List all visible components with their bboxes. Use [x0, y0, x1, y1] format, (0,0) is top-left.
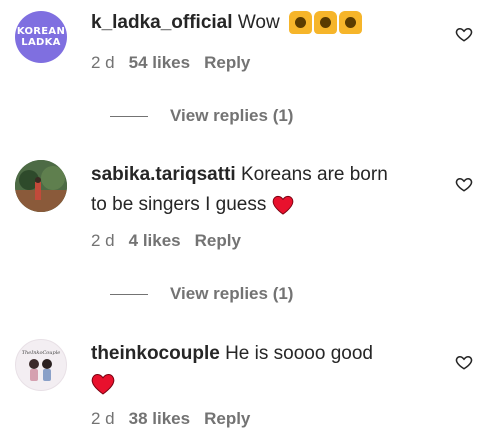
comment-item: TheInkoCouple theinkocouple He is soooo …	[0, 330, 478, 447]
avatar[interactable]	[15, 160, 67, 212]
comment-body	[91, 369, 115, 399]
avatar[interactable]: KOREAN LADKA	[15, 11, 67, 63]
likes-count[interactable]: 54 likes	[129, 53, 190, 73]
comment-text: Koreans are born	[240, 164, 388, 185]
divider	[110, 293, 148, 295]
raising-hands-icon	[288, 11, 362, 35]
comment-body: theinkocouple He is soooo good	[91, 339, 373, 369]
reply-button[interactable]: Reply	[204, 53, 250, 73]
comment-text: He is soooo good	[225, 343, 373, 364]
comment-time: 2 d	[91, 409, 115, 428]
comment-meta: 2 d 4 likes Reply	[91, 231, 241, 251]
likes-count[interactable]: 4 likes	[129, 231, 181, 251]
view-replies-label: View replies (1)	[170, 284, 294, 303]
avatar-logo-text: KOREAN	[16, 26, 66, 37]
comment-body: sabika.tariqsatti Koreans are born	[91, 160, 388, 190]
avatar-logo-text: LADKA	[21, 37, 61, 48]
comment-item: KOREAN LADKA k_ladka_official Wow 2 d 54…	[0, 0, 478, 100]
heart-outline-icon[interactable]	[455, 175, 473, 193]
comment-text: to be singers I guess	[91, 194, 267, 215]
comment-body: to be singers I guess	[91, 190, 294, 220]
comment-item: sabika.tariqsatti Koreans are born to be…	[0, 150, 478, 260]
comment-time: 2 d	[91, 53, 115, 72]
comment-username[interactable]: sabika.tariqsatti	[91, 164, 236, 185]
comment-meta: 2 d 54 likes Reply	[91, 53, 250, 73]
comment-text: Wow	[237, 12, 280, 33]
red-heart-icon	[272, 195, 293, 215]
comment-body: k_ladka_official Wow	[91, 8, 362, 38]
view-replies-button[interactable]: View replies (1)	[110, 284, 293, 304]
avatar-image	[15, 160, 67, 212]
divider	[110, 115, 148, 117]
heart-outline-icon[interactable]	[455, 25, 473, 43]
comment-username[interactable]: theinkocouple	[91, 343, 220, 364]
comment-meta: 2 d 38 likes Reply	[91, 409, 250, 429]
avatar[interactable]: TheInkoCouple	[15, 339, 67, 391]
comment-username[interactable]: k_ladka_official	[91, 12, 233, 33]
comment-time: 2 d	[91, 231, 115, 250]
red-heart-icon	[91, 373, 115, 395]
heart-outline-icon[interactable]	[455, 353, 473, 371]
view-replies-label: View replies (1)	[170, 106, 294, 125]
reply-button[interactable]: Reply	[195, 231, 241, 251]
view-replies-button[interactable]: View replies (1)	[110, 106, 293, 126]
reply-button[interactable]: Reply	[204, 409, 250, 429]
avatar-image: TheInkoCouple	[22, 350, 61, 381]
avatar-logo-text: TheInkoCouple	[22, 350, 61, 356]
likes-count[interactable]: 38 likes	[129, 409, 190, 429]
